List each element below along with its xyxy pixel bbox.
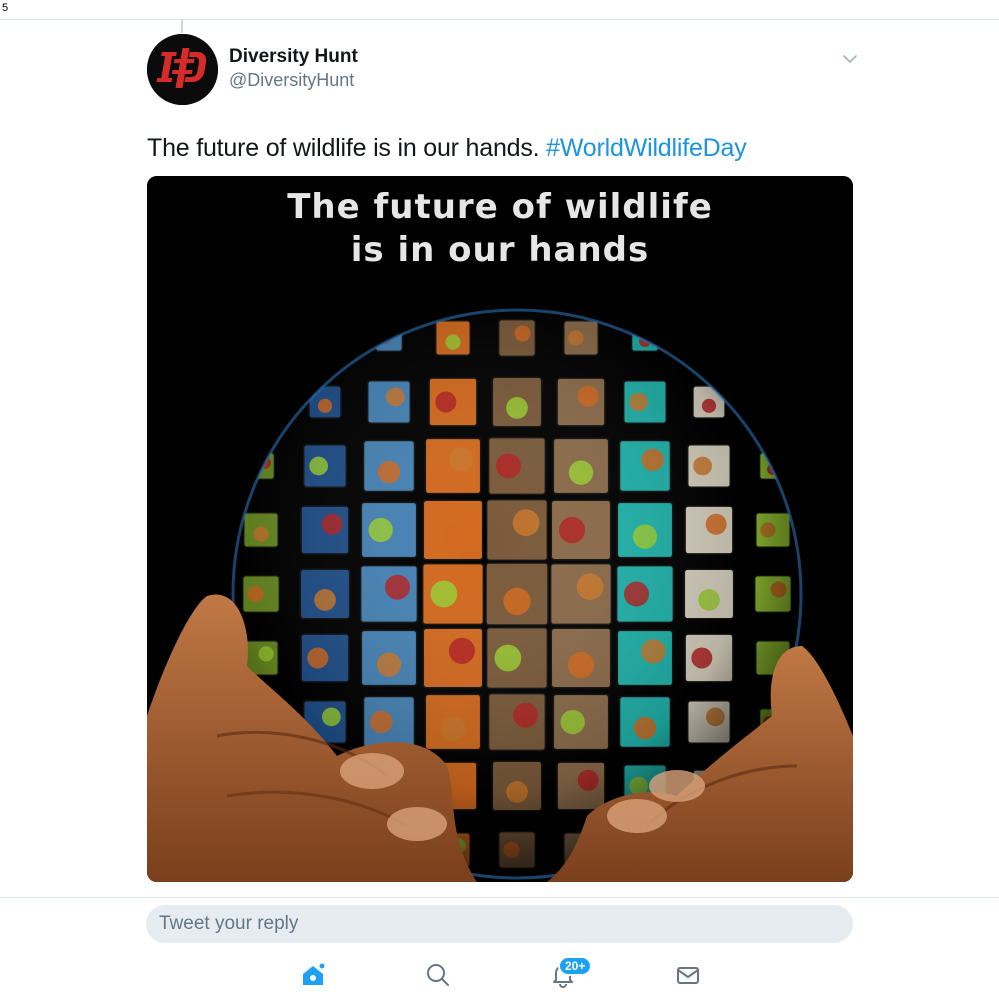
display-name[interactable]: Diversity Hunt (229, 46, 358, 68)
tab-messages[interactable] (675, 962, 701, 988)
thread-connector-line (181, 19, 183, 33)
tab-home[interactable] (300, 962, 326, 988)
user-handle[interactable]: @DiversityHunt (229, 70, 354, 91)
media-caption-line-2: is in our hands (350, 230, 650, 270)
search-icon (427, 964, 449, 986)
avatar[interactable] (147, 34, 218, 105)
status-bar-number: 5 (2, 2, 9, 14)
mail-icon (677, 967, 699, 984)
tweet-body-text: The future of wildlife is in our hands. (147, 134, 547, 162)
diversity-hunt-logo-icon (147, 34, 218, 105)
notifications-badge: 20+ (558, 956, 593, 976)
tab-search[interactable] (425, 962, 451, 988)
media-caption: The future of wildlife is in our hands (147, 186, 853, 272)
home-icon (303, 963, 325, 985)
reply-divider (0, 897, 999, 898)
reply-box[interactable] (146, 905, 853, 943)
globe-in-hands-illustration (147, 176, 853, 882)
media-caption-line-1: The future of wildlife (287, 187, 713, 227)
tweet-text: The future of wildlife is in our hands. … (147, 134, 747, 163)
tweet-media-image[interactable]: The future of wildlife is in our hands (147, 176, 853, 882)
reply-input[interactable] (159, 913, 853, 935)
hashtag-link[interactable]: #WorldWildlifeDay (546, 134, 747, 162)
chevron-down-icon[interactable] (840, 50, 860, 68)
top-divider (0, 19, 999, 20)
